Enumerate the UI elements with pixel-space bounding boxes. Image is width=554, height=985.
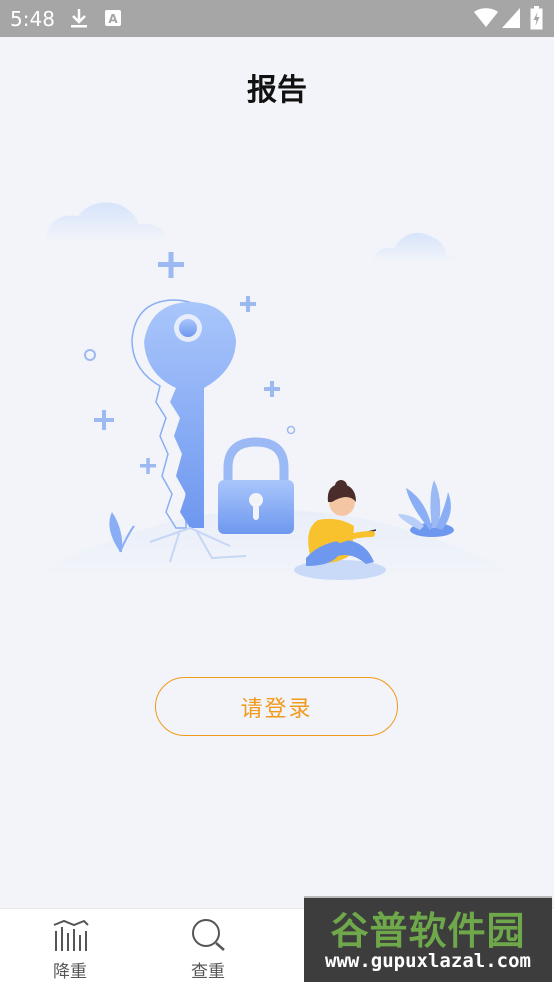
cloud-left: [46, 202, 166, 242]
padlock-icon: [218, 437, 294, 534]
chart-bars-icon: [50, 917, 90, 957]
download-icon: [70, 7, 88, 33]
svg-text:A: A: [108, 12, 118, 26]
locked-key-illustration: [0, 190, 554, 610]
watermark-title: 谷普软件园: [330, 909, 526, 953]
title-bar: 报告: [0, 37, 554, 127]
status-time: 5:48: [10, 7, 55, 31]
tab-label: 降重: [53, 962, 87, 982]
tab-label: 查重: [191, 962, 225, 982]
page-title: 报告: [247, 73, 307, 108]
search-icon: [188, 917, 228, 957]
wifi-icon: [474, 8, 498, 32]
signal-icon: [502, 8, 520, 32]
plant-icon: [398, 480, 454, 537]
cloud-right: [372, 232, 459, 262]
battery-icon: [530, 6, 543, 34]
watermark-logo: 谷普软件园 www.gupuxlazal.com: [304, 896, 552, 982]
watermark-url: www.gupuxlazal.com: [325, 950, 531, 972]
a-notification-icon: A: [104, 9, 122, 31]
status-bar: 5:48 A: [0, 0, 554, 37]
login-button[interactable]: 请登录: [155, 677, 398, 736]
tab-reduce[interactable]: 降重: [0, 909, 140, 985]
tab-check[interactable]: 查重: [138, 909, 278, 985]
